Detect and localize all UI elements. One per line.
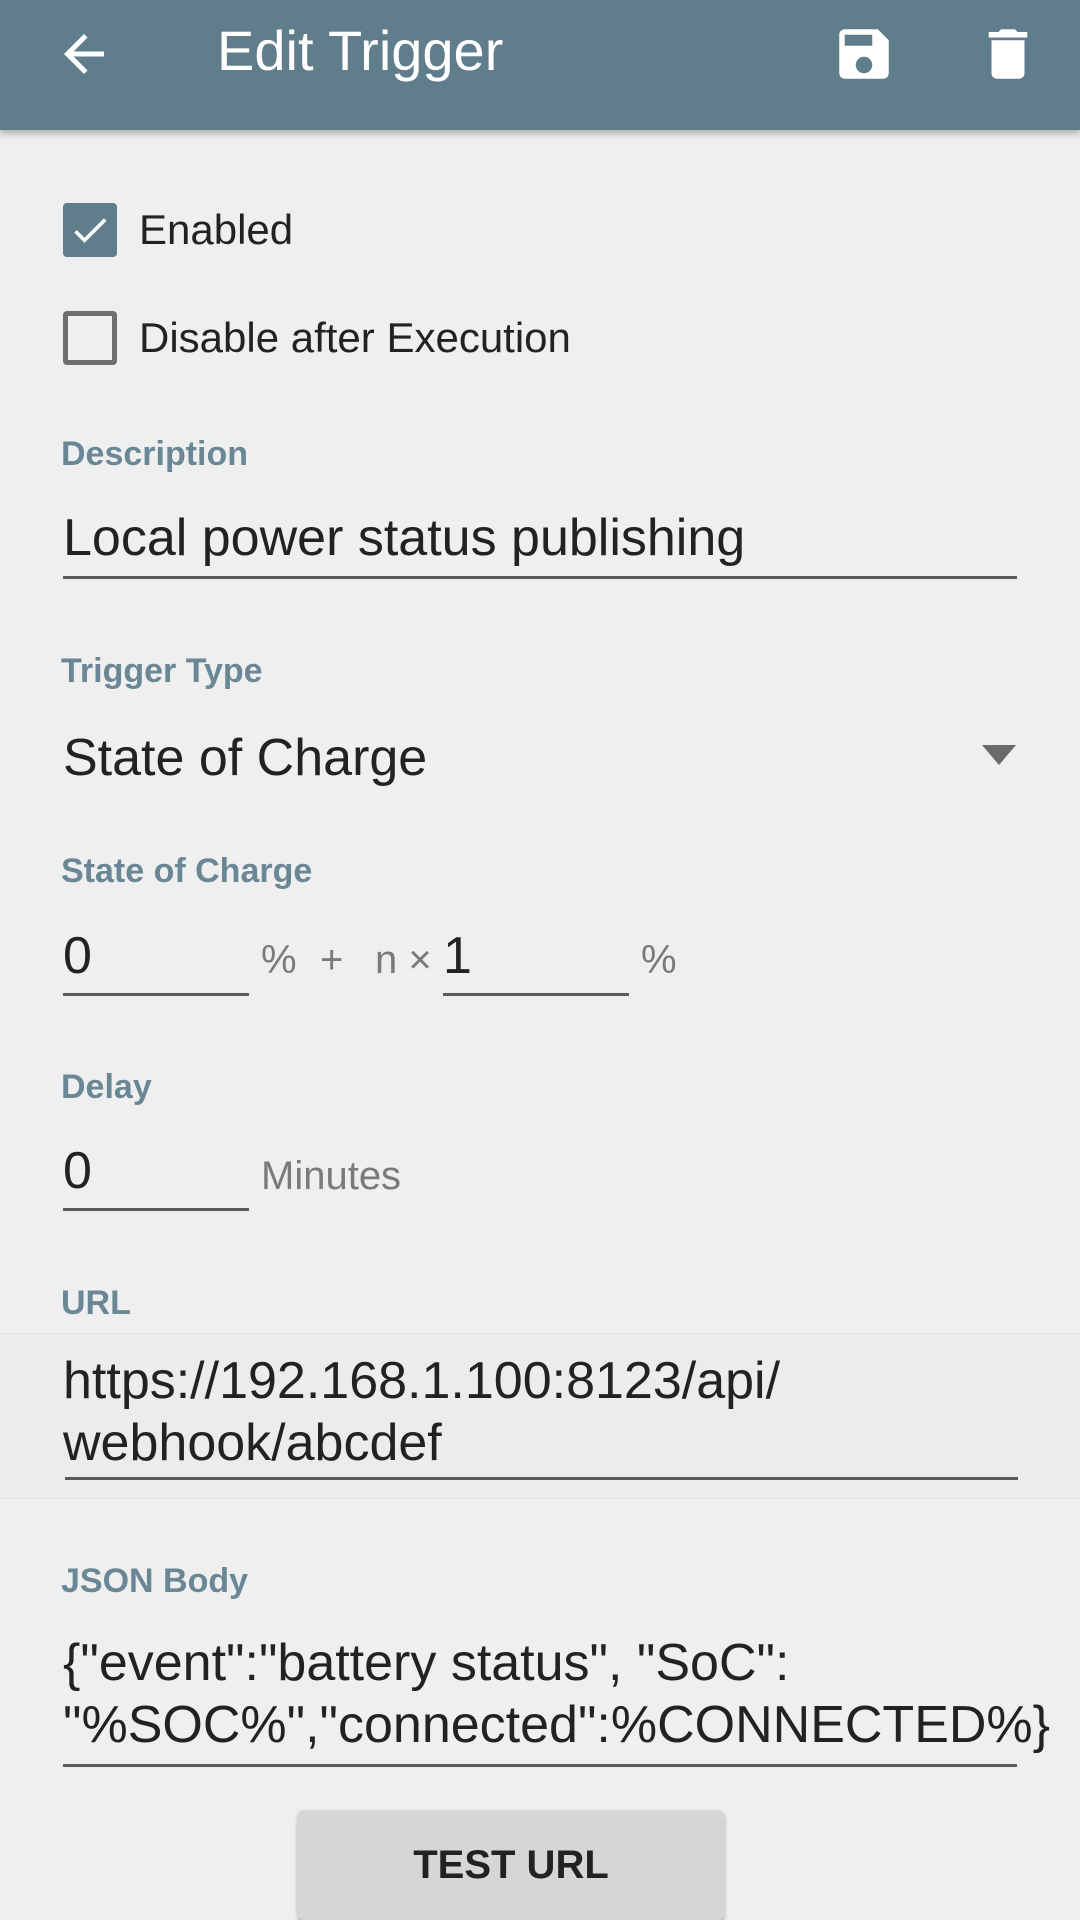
url-line-1: https://192.168.1.100:8123/api/ [63, 1352, 781, 1410]
soc-step-underline [443, 993, 629, 996]
trigger-type-label: Trigger Type [61, 652, 263, 690]
delete-icon [988, 29, 1028, 79]
soc-step-input[interactable]: 1 [443, 926, 472, 986]
description-underline [63, 576, 1017, 579]
delay-unit: Minutes [261, 1154, 402, 1198]
enabled-label: Enabled [139, 206, 294, 253]
save-button[interactable] [828, 18, 900, 90]
test-url-button[interactable]: TEST URL [298, 1810, 724, 1920]
json-body-underline [63, 1764, 1017, 1767]
disable-after-label: Disable after Execution [139, 314, 571, 361]
json-line-2: "%SOC%","connected":%CONNECTED%} [63, 1696, 1051, 1754]
enabled-checkbox[interactable] [63, 203, 117, 257]
delay-input[interactable]: 0 [63, 1141, 92, 1201]
soc-start-input[interactable]: 0 [63, 926, 92, 986]
soc-label: State of Charge [61, 852, 313, 890]
soc-n-times: n × [375, 938, 432, 982]
soc-plus: + [320, 938, 344, 982]
delete-button[interactable] [972, 18, 1044, 90]
json-line-1: {"event":"battery status", "SoC": [63, 1634, 790, 1692]
description-label: Description [61, 435, 249, 473]
back-button[interactable] [48, 18, 120, 90]
description-input[interactable]: Local power status publishing [63, 508, 745, 568]
url-underline [65, 1477, 1018, 1480]
back-arrow-icon [64, 34, 104, 74]
url-line-2: webhook/abcdef [63, 1414, 442, 1472]
disable-after-checkbox[interactable] [63, 311, 117, 365]
soc-unit-percent: % [261, 938, 297, 982]
save-icon [839, 29, 889, 79]
url-input[interactable]: https://192.168.1.100:8123/api/ webhook/… [63, 1350, 780, 1474]
url-label: URL [61, 1284, 131, 1322]
json-body-input[interactable]: {"event":"battery status", "SoC": "%SOC%… [63, 1632, 1050, 1756]
page-title: Edit Trigger [217, 19, 504, 82]
delay-underline [63, 1208, 249, 1211]
json-body-label: JSON Body [61, 1562, 249, 1600]
app-bar: Edit Trigger [0, 0, 1080, 130]
dropdown-arrow-icon[interactable] [982, 745, 1016, 765]
delay-label: Delay [61, 1068, 152, 1106]
soc-start-underline [63, 993, 249, 996]
trigger-type-select[interactable]: State of Charge [63, 728, 427, 788]
checkmark-icon [74, 218, 107, 243]
soc-step-unit-percent: % [641, 938, 677, 982]
enabled-checkbox-row[interactable]: Enabled [63, 203, 293, 257]
disable-after-checkbox-row[interactable]: Disable after Execution [63, 311, 571, 365]
